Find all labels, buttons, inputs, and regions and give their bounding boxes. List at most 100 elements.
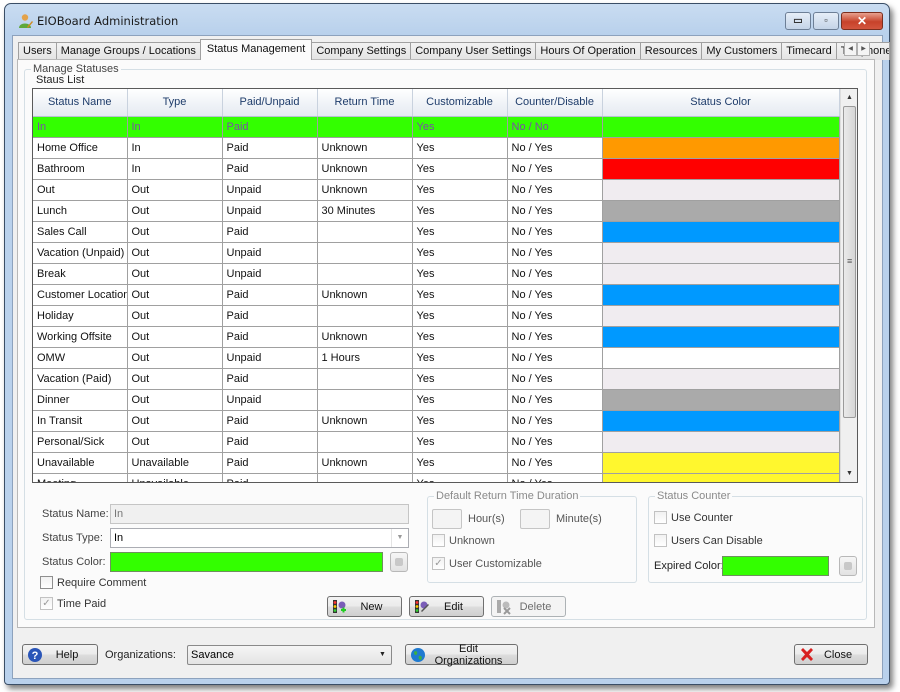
status-name-cell[interactable]: Lunch	[33, 200, 128, 222]
paid-unpaid-cell[interactable]: Unpaid	[222, 200, 318, 222]
status-color-cell[interactable]	[602, 221, 840, 243]
status-color-cell[interactable]	[602, 389, 840, 411]
status-color-cell[interactable]	[602, 116, 840, 138]
user-customizable-checkbox[interactable]: ✓ User Customizable	[432, 557, 542, 570]
paid-unpaid-cell[interactable]: Paid	[222, 284, 318, 306]
column-header-type[interactable]: Type	[127, 89, 223, 117]
close-window-button[interactable]: ✕	[841, 12, 883, 30]
status-name-cell[interactable]: Working Offsite	[33, 326, 128, 348]
status-color-cell[interactable]	[602, 200, 840, 222]
table-row[interactable]: Working Offsite Out Paid Unknown Yes No / Yes	[33, 326, 840, 348]
scroll-thumb[interactable]: ≡	[843, 106, 856, 418]
counter-disable-cell[interactable]: No / Yes	[507, 326, 603, 348]
customizable-cell[interactable]: Yes	[412, 305, 508, 327]
return-time-cell[interactable]	[317, 305, 413, 327]
status-name-cell[interactable]: Break	[33, 263, 128, 285]
customizable-cell[interactable]: Yes	[412, 242, 508, 264]
return-time-cell[interactable]: Unknown	[317, 284, 413, 306]
type-cell[interactable]: Out	[127, 368, 223, 390]
customizable-cell[interactable]: Yes	[412, 452, 508, 474]
column-header-counter-disable[interactable]: Counter/Disable	[507, 89, 603, 117]
counter-disable-cell[interactable]: No / Yes	[507, 284, 603, 306]
tab-company-settings[interactable]: Company Settings	[311, 42, 412, 60]
customizable-cell[interactable]: Yes	[412, 347, 508, 369]
table-row[interactable]: Break Out Unpaid Yes No / Yes	[33, 263, 840, 285]
type-cell[interactable]: Out	[127, 263, 223, 285]
counter-disable-cell[interactable]: No / Yes	[507, 347, 603, 369]
counter-disable-cell[interactable]: No / Yes	[507, 305, 603, 327]
unknown-checkbox[interactable]: Unknown	[432, 534, 495, 547]
new-status-button[interactable]: New	[327, 596, 402, 617]
require-comment-checkbox[interactable]: Require Comment	[40, 576, 146, 589]
table-row[interactable]: Out Out Unpaid Unknown Yes No / Yes	[33, 179, 840, 201]
counter-disable-cell[interactable]: No / No	[507, 116, 603, 138]
customizable-cell[interactable]: Yes	[412, 263, 508, 285]
status-name-cell[interactable]: Dinner	[33, 389, 128, 411]
table-row[interactable]: Lunch Out Unpaid 30 Minutes Yes No / Yes	[33, 200, 840, 222]
counter-disable-cell[interactable]: No / Yes	[507, 263, 603, 285]
counter-disable-cell[interactable]: No / Yes	[507, 137, 603, 159]
status-color-cell[interactable]	[602, 473, 840, 482]
customizable-cell[interactable]: Yes	[412, 368, 508, 390]
paid-unpaid-cell[interactable]: Unpaid	[222, 347, 318, 369]
status-name-cell[interactable]: Personal/Sick	[33, 431, 128, 453]
paid-unpaid-cell[interactable]: Paid	[222, 431, 318, 453]
status-color-cell[interactable]	[602, 410, 840, 432]
status-color-cell[interactable]	[602, 347, 840, 369]
tab-resources[interactable]: Resources	[639, 42, 703, 60]
status-name-cell[interactable]: Vacation (Paid)	[33, 368, 128, 390]
return-time-cell[interactable]	[317, 431, 413, 453]
user-customizable-box[interactable]: ✓	[432, 557, 445, 570]
paid-unpaid-cell[interactable]: Unpaid	[222, 263, 318, 285]
return-time-cell[interactable]	[317, 221, 413, 243]
paid-unpaid-cell[interactable]: Unpaid	[222, 242, 318, 264]
paid-unpaid-cell[interactable]: Paid	[222, 473, 318, 482]
return-time-cell[interactable]: Unknown	[317, 158, 413, 180]
status-type-select[interactable]: In ▼	[110, 528, 409, 548]
counter-disable-cell[interactable]: No / Yes	[507, 410, 603, 432]
tab-hours-of-operation[interactable]: Hours Of Operation	[535, 42, 641, 60]
use-counter-checkbox[interactable]: Use Counter	[654, 511, 733, 524]
table-row[interactable]: In Transit Out Paid Unknown Yes No / Yes	[33, 410, 840, 432]
status-color-cell[interactable]	[602, 158, 840, 180]
status-color-cell[interactable]	[602, 326, 840, 348]
type-cell[interactable]: Unavailable	[127, 452, 223, 474]
customizable-cell[interactable]: Yes	[412, 158, 508, 180]
users-can-disable-box[interactable]	[654, 534, 667, 547]
counter-disable-cell[interactable]: No / Yes	[507, 368, 603, 390]
table-row[interactable]: Vacation (Paid) Out Paid Yes No / Yes	[33, 368, 840, 390]
scroll-down-button[interactable]: ▼	[841, 465, 857, 482]
counter-disable-cell[interactable]: No / Yes	[507, 179, 603, 201]
return-time-cell[interactable]: 30 Minutes	[317, 200, 413, 222]
use-counter-box[interactable]	[654, 511, 667, 524]
status-color-cell[interactable]	[602, 242, 840, 264]
tab-timecard[interactable]: Timecard	[781, 42, 837, 60]
customizable-cell[interactable]: Yes	[412, 473, 508, 482]
counter-disable-cell[interactable]: No / Yes	[507, 200, 603, 222]
return-time-cell[interactable]: Unknown	[317, 410, 413, 432]
type-cell[interactable]: Unavailable	[127, 473, 223, 482]
status-name-cell[interactable]: Unavailable	[33, 452, 128, 474]
tab-company-user-settings[interactable]: Company User Settings	[410, 42, 537, 60]
paid-unpaid-cell[interactable]: Paid	[222, 137, 318, 159]
help-button[interactable]: ? Help	[22, 644, 98, 665]
status-color-cell[interactable]	[602, 305, 840, 327]
title-bar[interactable]: EIOBoard Administration ▭ ▫ ✕	[5, 4, 889, 36]
table-row[interactable]: Vacation (Unpaid) Out Unpaid Yes No / Yes	[33, 242, 840, 264]
customizable-cell[interactable]: Yes	[412, 137, 508, 159]
return-time-cell[interactable]	[317, 242, 413, 264]
status-color-picker-button[interactable]	[390, 552, 408, 572]
paid-unpaid-cell[interactable]: Paid	[222, 368, 318, 390]
status-color-swatch[interactable]	[110, 552, 383, 572]
counter-disable-cell[interactable]: No / Yes	[507, 452, 603, 474]
return-time-cell[interactable]	[317, 368, 413, 390]
status-name-cell[interactable]: Holiday	[33, 305, 128, 327]
type-cell[interactable]: Out	[127, 389, 223, 411]
status-color-cell[interactable]	[602, 284, 840, 306]
status-name-cell[interactable]: Home Office	[33, 137, 128, 159]
edit-organizations-button[interactable]: Edit Organizations	[405, 643, 518, 667]
customizable-cell[interactable]: Yes	[412, 431, 508, 453]
edit-status-button[interactable]: Edit	[409, 596, 484, 617]
type-cell[interactable]: Out	[127, 326, 223, 348]
paid-unpaid-cell[interactable]: Unpaid	[222, 389, 318, 411]
